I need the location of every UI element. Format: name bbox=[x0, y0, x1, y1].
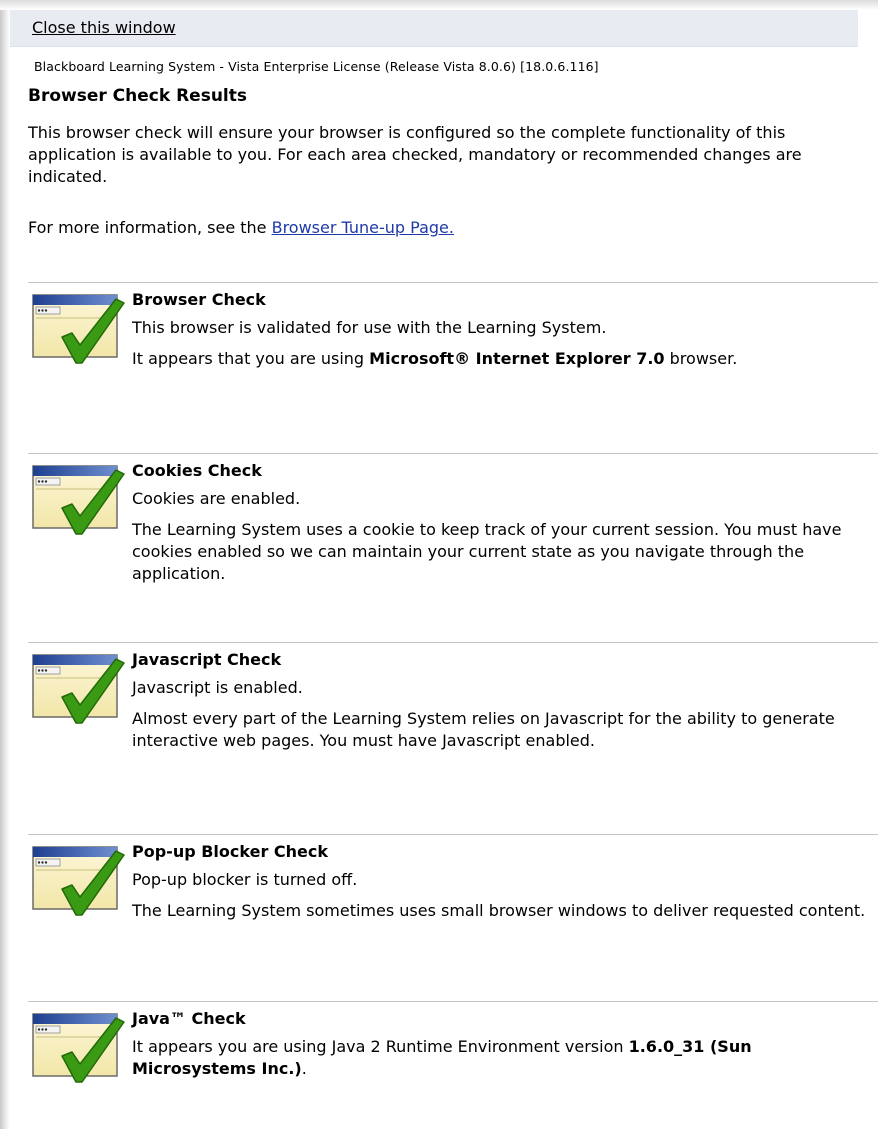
browser-tune-up-link[interactable]: Browser Tune-up Page. bbox=[272, 218, 454, 237]
check-description-suffix: browser. bbox=[664, 349, 738, 368]
check-description: The Learning System uses a cookie to kee… bbox=[132, 520, 842, 583]
check-status: Javascript is enabled. bbox=[132, 678, 303, 697]
window-checkmark-icon bbox=[32, 291, 128, 367]
page-title: Browser Check Results bbox=[28, 86, 247, 106]
check-title: Java™ Check bbox=[132, 1009, 246, 1028]
check-description-suffix: . bbox=[301, 1059, 307, 1078]
check-title: Javascript Check bbox=[132, 650, 282, 669]
check-description: It appears you are using Java 2 Runtime … bbox=[132, 1036, 872, 1080]
check-status: Cookies are enabled. bbox=[132, 489, 301, 508]
check-body: Java™ Check It appears you are using Jav… bbox=[132, 1008, 872, 1089]
check-description: Almost every part of the Learning System… bbox=[132, 709, 835, 750]
check-description: The Learning System sometimes uses small… bbox=[132, 901, 866, 920]
check-title: Cookies Check bbox=[132, 461, 262, 480]
check-body: Browser Check This browser is validated … bbox=[132, 289, 872, 379]
window-top-shade bbox=[0, 0, 878, 10]
check-description: It appears that you are using Microsoft®… bbox=[132, 348, 872, 370]
check-body: Pop-up Blocker Check Pop-up blocker is t… bbox=[132, 841, 872, 931]
check-description-prefix: It appears you are using Java 2 Runtime … bbox=[132, 1037, 629, 1056]
browser-check-page: Close this window Blackboard Learning Sy… bbox=[10, 10, 878, 1129]
product-version-line: Blackboard Learning System - Vista Enter… bbox=[34, 59, 599, 74]
window-shadow bbox=[0, 0, 10, 1129]
close-window-link[interactable]: Close this window bbox=[32, 18, 176, 37]
check-title: Pop-up Blocker Check bbox=[132, 842, 329, 861]
check-popup-blocker: Pop-up Blocker Check Pop-up blocker is t… bbox=[28, 834, 878, 995]
check-body: Cookies Check Cookies are enabled. The L… bbox=[132, 460, 872, 594]
more-info-line: For more information, see the Browser Tu… bbox=[28, 218, 454, 237]
check-body: Javascript Check Javascript is enabled. … bbox=[132, 649, 872, 761]
window-checkmark-icon bbox=[32, 843, 128, 919]
browser-name: Microsoft® Internet Explorer 7.0 bbox=[369, 349, 665, 368]
check-title: Browser Check bbox=[132, 290, 266, 309]
check-status: This browser is validated for use with t… bbox=[132, 318, 607, 337]
check-java: Java™ Check It appears you are using Jav… bbox=[28, 1001, 878, 1122]
check-cookies: Cookies Check Cookies are enabled. The L… bbox=[28, 453, 878, 634]
window-checkmark-icon bbox=[32, 462, 128, 538]
window-checkmark-icon bbox=[32, 1010, 128, 1086]
check-browser: Browser Check This browser is validated … bbox=[28, 282, 878, 443]
check-javascript: Javascript Check Javascript is enabled. … bbox=[28, 642, 878, 823]
close-bar: Close this window bbox=[10, 10, 858, 47]
intro-text: This browser check will ensure your brow… bbox=[28, 123, 802, 186]
more-info-prefix: For more information, see the bbox=[28, 218, 272, 237]
check-status: Pop-up blocker is turned off. bbox=[132, 870, 358, 889]
check-description-prefix: It appears that you are using bbox=[132, 349, 370, 368]
window-checkmark-icon bbox=[32, 651, 128, 727]
